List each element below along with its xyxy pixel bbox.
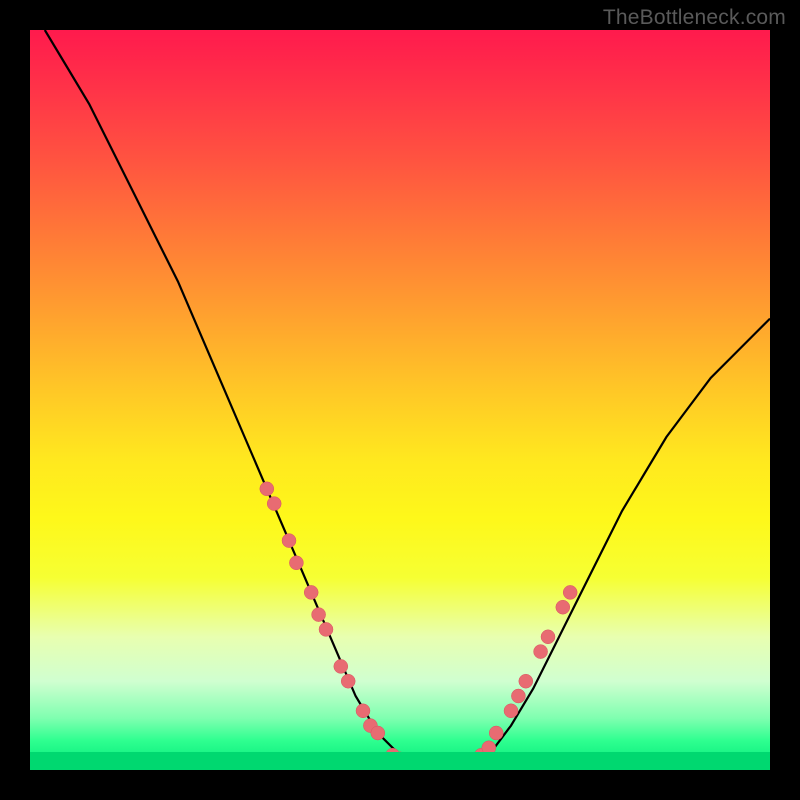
data-point bbox=[556, 600, 570, 614]
data-point bbox=[519, 674, 533, 688]
watermark-text: TheBottleneck.com bbox=[603, 6, 786, 30]
data-point bbox=[489, 726, 503, 740]
data-point bbox=[289, 556, 303, 570]
data-point bbox=[312, 608, 326, 622]
data-points-group bbox=[260, 482, 577, 770]
data-point bbox=[511, 689, 525, 703]
data-point bbox=[304, 585, 318, 599]
chart-svg bbox=[30, 30, 770, 770]
data-point bbox=[541, 630, 555, 644]
data-point bbox=[282, 534, 296, 548]
chart-plot-area bbox=[30, 30, 770, 770]
data-point bbox=[267, 497, 281, 511]
data-point bbox=[534, 645, 548, 659]
data-point bbox=[260, 482, 274, 496]
data-point bbox=[504, 704, 518, 718]
data-point bbox=[356, 704, 370, 718]
bottleneck-curve bbox=[45, 30, 770, 770]
data-point bbox=[319, 622, 333, 636]
data-point bbox=[341, 674, 355, 688]
data-point bbox=[363, 719, 377, 733]
optimal-zone-band bbox=[30, 752, 770, 770]
data-point bbox=[563, 585, 577, 599]
curve-group bbox=[45, 30, 770, 770]
data-point bbox=[334, 659, 348, 673]
data-point bbox=[371, 726, 385, 740]
